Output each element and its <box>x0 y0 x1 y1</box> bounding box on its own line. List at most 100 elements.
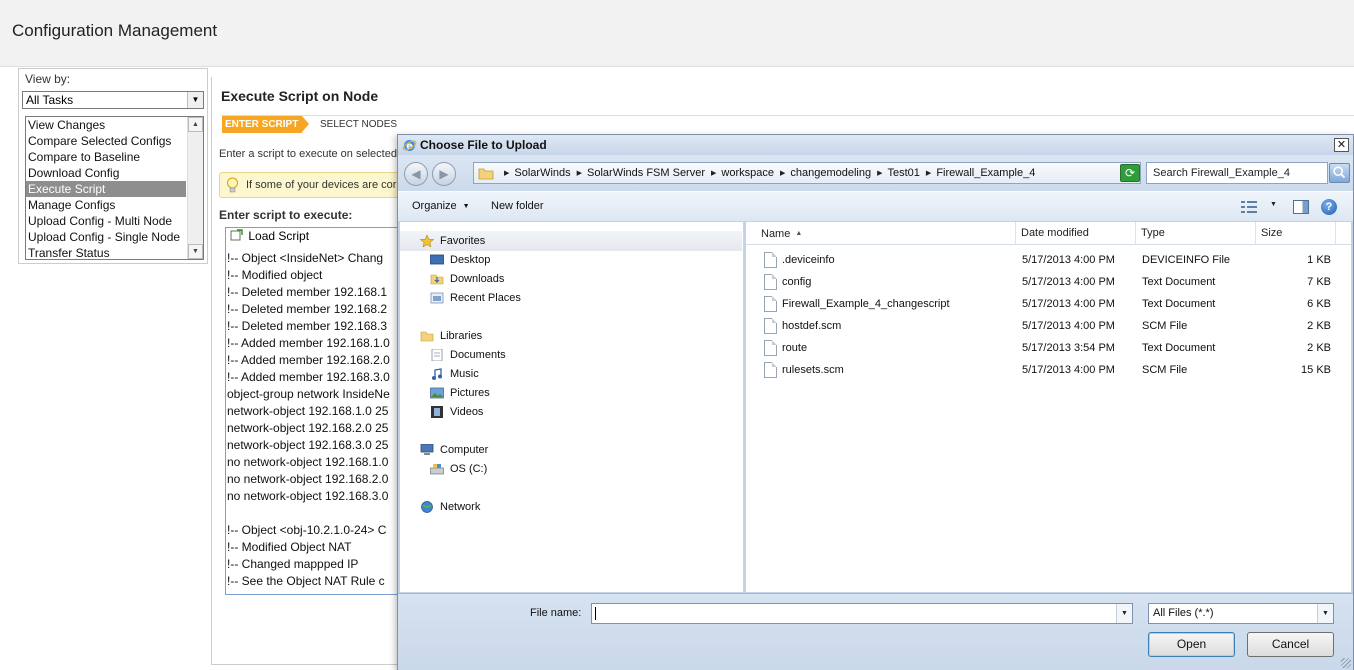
desktop-icon <box>430 254 444 265</box>
view-by-label: View by: <box>25 72 71 86</box>
script-line: network-object 192.168.1.0 25 <box>227 404 389 418</box>
address-row: ◀ ▶ ▶ SolarWinds ▶ SolarWinds FSM Server ▶ wo… <box>398 155 1353 191</box>
organize-button[interactable]: Organize ▼ <box>412 200 470 212</box>
text-cursor <box>595 607 596 620</box>
step-enter-script[interactable]: ENTER SCRIPT <box>222 116 302 133</box>
refresh-icon[interactable]: ⟳ <box>1120 164 1140 182</box>
nav-label: Desktop <box>450 254 491 266</box>
close-icon[interactable]: ✕ <box>1334 138 1349 152</box>
nav-label: Documents <box>450 349 506 361</box>
script-line: !-- Modified object <box>227 268 323 282</box>
column-header-size[interactable]: Size <box>1256 222 1336 245</box>
file-type: Text Document <box>1142 276 1216 288</box>
file-list: Name ▲ Date modified Type Size .deviceinf… <box>746 222 1351 592</box>
file-type-select[interactable]: All Files (*.*) ▼ <box>1148 603 1334 624</box>
task-list-item[interactable]: Upload Config - Multi Node <box>26 213 203 229</box>
task-list-scrollbar[interactable]: ▲ ▼ <box>187 117 203 259</box>
task-list-item[interactable]: View Changes <box>26 117 203 133</box>
script-line: !-- Object <obj-10.2.1.0-24> C <box>227 523 387 537</box>
folder-icon <box>478 168 494 180</box>
forward-arrow-icon[interactable]: ▶ <box>432 162 456 186</box>
cancel-button[interactable]: Cancel <box>1247 632 1334 657</box>
script-line: object-group network InsideNe <box>227 387 390 401</box>
task-list-item[interactable]: Manage Configs <box>26 197 203 213</box>
preview-pane-icon[interactable] <box>1293 200 1309 214</box>
page-header: Configuration Management <box>0 0 1354 67</box>
chevron-down-icon[interactable]: ▼ <box>1317 604 1333 623</box>
file-list-header: Name ▲ Date modified Type Size <box>746 222 1351 245</box>
script-line: network-object 192.168.3.0 25 <box>227 438 389 452</box>
file-row[interactable]: config 5/17/2013 4:00 PM Text Document 7 KB <box>746 272 1351 294</box>
breadcrumb-separator-icon[interactable]: ▶ <box>926 170 931 177</box>
nav-label: Libraries <box>440 330 483 342</box>
step-select-nodes[interactable]: SELECT NODES <box>320 116 397 133</box>
file-date: 5/17/2013 4:00 PM <box>1022 298 1115 310</box>
breadcrumb-item[interactable]: changemodeling <box>790 167 871 179</box>
breadcrumb-separator-icon[interactable]: ▶ <box>877 170 882 177</box>
file-icon <box>764 362 777 378</box>
file-row[interactable]: hostdef.scm 5/17/2013 4:00 PM SCM File 2 KB <box>746 316 1351 338</box>
breadcrumb-item[interactable]: SolarWinds <box>514 167 570 179</box>
open-button[interactable]: Open <box>1148 632 1235 657</box>
task-list-item[interactable]: Compare Selected Configs <box>26 133 203 149</box>
task-list-item[interactable]: Upload Config - Single Node <box>26 229 203 245</box>
breadcrumb-item[interactable]: workspace <box>721 167 774 179</box>
new-folder-button[interactable]: New folder <box>491 200 544 212</box>
breadcrumb-separator-icon[interactable]: ▶ <box>711 170 716 177</box>
task-list-item[interactable]: Download Config <box>26 165 203 181</box>
column-header-date[interactable]: Date modified <box>1016 222 1136 245</box>
organize-label: Organize <box>412 200 457 212</box>
task-list-item[interactable]: Compare to Baseline <box>26 149 203 165</box>
file-date: 5/17/2013 4:00 PM <box>1022 276 1115 288</box>
chevron-down-icon[interactable]: ▼ <box>1270 201 1277 208</box>
file-type: SCM File <box>1142 364 1188 376</box>
load-script-button[interactable]: Load Script <box>230 229 309 245</box>
nav-label: Network <box>440 501 481 513</box>
file-row[interactable]: rulesets.scm 5/17/2013 4:00 PM SCM File 15 … <box>746 360 1351 382</box>
column-header-name[interactable]: Name ▲ <box>746 222 1016 245</box>
file-date: 5/17/2013 4:00 PM <box>1022 364 1115 376</box>
search-input[interactable]: Search Firewall_Example_4 <box>1146 162 1328 184</box>
file-row[interactable]: route 5/17/2013 3:54 PM Text Document 2 KB <box>746 338 1351 360</box>
help-icon[interactable]: ? <box>1321 199 1337 215</box>
script-textarea[interactable]: Load Script !-- Object <InsideNet> Chang… <box>225 227 425 595</box>
breadcrumb-separator-icon[interactable]: ▶ <box>780 170 785 177</box>
script-line: no network-object 192.168.3.0 <box>227 489 389 503</box>
scroll-up-icon[interactable]: ▲ <box>188 117 203 132</box>
column-header-type[interactable]: Type <box>1136 222 1256 245</box>
file-name: route <box>782 342 808 354</box>
script-line: !-- Object <InsideNet> Chang <box>227 251 384 265</box>
task-list[interactable]: View Changes Compare Selected Configs Comp… <box>25 116 204 260</box>
breadcrumb-item[interactable]: Test01 <box>888 167 920 179</box>
back-arrow-icon[interactable]: ◀ <box>404 162 428 186</box>
file-row[interactable]: Firewall_Example_4_changescript 5/17/2013… <box>746 294 1351 316</box>
file-type: DEVICEINFO File <box>1142 254 1231 266</box>
dialog-title: Choose File to Upload <box>420 138 547 152</box>
nav-label: Recent Places <box>450 292 521 304</box>
nav-label: Videos <box>450 406 484 418</box>
file-name-input[interactable]: ▼ <box>591 603 1133 624</box>
recent-places-icon <box>430 292 444 304</box>
file-size: 7 KB <box>1307 276 1331 288</box>
dialog-titlebar[interactable]: e Choose File to Upload ✕ <box>398 135 1353 155</box>
view-by-select[interactable]: All Tasks ▼ <box>22 91 204 109</box>
address-bar[interactable]: ▶ SolarWinds ▶ SolarWinds FSM Server ▶ worksp… <box>473 162 1141 184</box>
file-name: Firewall_Example_4_changescript <box>782 298 950 310</box>
views-icon[interactable] <box>1241 201 1257 213</box>
computer-icon <box>420 444 434 455</box>
nav-label: Downloads <box>450 273 505 285</box>
breadcrumb-separator-icon[interactable]: ▶ <box>504 170 509 177</box>
step-hint: Enter a script to execute on selected <box>219 148 397 160</box>
section-title: Execute Script on Node <box>221 88 379 104</box>
scroll-down-icon[interactable]: ▼ <box>188 244 203 259</box>
breadcrumb-item[interactable]: SolarWinds FSM Server <box>587 167 705 179</box>
task-list-item[interactable]: Execute Script <box>26 181 186 197</box>
chevron-down-icon[interactable]: ▼ <box>1116 604 1132 623</box>
file-row[interactable]: .deviceinfo 5/17/2013 4:00 PM DEVICEINFO F… <box>746 250 1351 272</box>
resize-grip-icon[interactable] <box>1341 658 1351 668</box>
search-icon[interactable] <box>1329 163 1350 183</box>
breadcrumb-item[interactable]: Firewall_Example_4 <box>936 167 1035 179</box>
file-name: config <box>782 276 812 288</box>
task-list-item[interactable]: Transfer Status <box>26 245 203 259</box>
breadcrumb-separator-icon[interactable]: ▶ <box>577 170 582 177</box>
